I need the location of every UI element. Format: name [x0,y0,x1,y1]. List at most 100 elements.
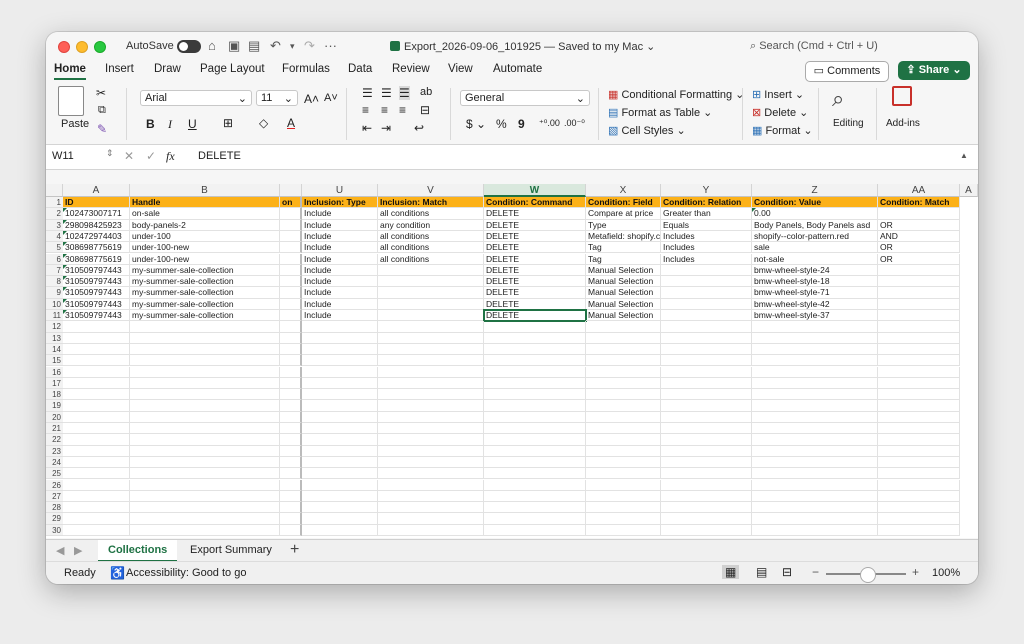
table-cell[interactable]: Manual Selection [586,287,661,299]
empty-cell[interactable] [130,479,280,491]
table-cell[interactable]: Include [302,253,378,265]
comments-button[interactable]: ▭ Comments [805,61,889,82]
table-cell[interactable] [378,276,484,288]
table-cell[interactable]: Type [586,219,661,231]
conditional-formatting-button[interactable]: ▦ Conditional Formatting ⌄ [608,88,744,101]
table-cell[interactable]: DELETE [484,264,586,277]
empty-cell[interactable] [280,332,302,344]
table-cell[interactable] [878,298,960,310]
empty-cell[interactable] [130,524,280,536]
empty-cell[interactable] [752,479,878,491]
empty-cell[interactable] [752,389,878,401]
table-cell[interactable]: 0.00 [752,208,878,220]
row-header[interactable]: 3 [46,219,63,231]
column-header[interactable] [280,184,302,197]
align-bottom-icon[interactable]: ☰ [399,86,410,100]
table-cell[interactable]: bmw-wheel-style-24 [752,264,878,277]
empty-cell[interactable] [63,479,130,491]
tab-page-layout[interactable]: Page Layout [200,63,265,75]
sheet-tab-collections[interactable]: Collections [98,540,178,562]
empty-cell[interactable] [280,411,302,423]
empty-cell[interactable] [63,434,130,446]
table-cell[interactable]: sale [752,242,878,254]
decrease-decimal-icon[interactable]: .00⁻⁰ [564,118,585,129]
empty-cell[interactable] [484,445,586,457]
number-format-select[interactable]: General ⌄ [460,90,590,106]
column-header[interactable]: U [302,184,378,197]
empty-cell[interactable] [484,389,586,401]
empty-cell[interactable] [302,502,378,514]
empty-cell[interactable] [878,434,960,446]
empty-cell[interactable] [484,332,586,344]
table-cell[interactable] [661,298,752,310]
empty-cell[interactable] [586,479,661,491]
empty-cell[interactable] [280,490,302,503]
empty-cell[interactable] [280,524,302,536]
table-cell[interactable]: Tag [586,242,661,254]
empty-cell[interactable] [752,321,878,333]
empty-cell[interactable] [586,343,661,356]
table-cell[interactable]: Include [302,276,378,288]
empty-cell[interactable] [302,355,378,367]
save-icon[interactable]: ▣ [228,38,240,54]
paste-icon[interactable] [58,86,84,116]
empty-cell[interactable] [661,400,752,412]
table-cell[interactable]: bmw-wheel-style-18 [752,276,878,288]
row-header[interactable]: 29 [46,513,63,525]
row-header[interactable]: 1 [46,197,63,209]
empty-cell[interactable] [661,411,752,423]
table-cell[interactable]: Greater than [661,208,752,220]
empty-cell[interactable] [661,468,752,480]
empty-cell[interactable] [878,332,960,344]
empty-cell[interactable] [378,513,484,525]
table-cell[interactable]: Includes [661,242,752,254]
undo-icon[interactable]: ↶ [270,38,281,54]
table-cell[interactable] [878,264,960,277]
empty-cell[interactable] [878,468,960,480]
table-cell[interactable] [878,287,960,299]
empty-cell[interactable] [586,321,661,333]
row-header[interactable]: 16 [46,366,63,378]
formula-input[interactable]: DELETE [198,150,241,162]
empty-cell[interactable] [661,343,752,356]
table-cell[interactable]: my-summer-sale-collection [130,310,280,322]
empty-cell[interactable] [130,411,280,423]
empty-cell[interactable] [878,389,960,401]
row-header[interactable]: 25 [46,468,63,480]
empty-cell[interactable] [586,355,661,367]
table-cell[interactable]: Metafield: shopify.c [586,230,661,243]
empty-cell[interactable] [378,377,484,390]
table-cell[interactable]: Include [302,264,378,277]
table-cell[interactable]: 298098425923 [63,219,130,231]
empty-cell[interactable] [661,479,752,491]
empty-cell[interactable] [484,456,586,469]
bold-icon[interactable]: B [146,117,155,131]
empty-cell[interactable] [63,321,130,333]
empty-cell[interactable] [586,377,661,390]
row-header[interactable]: 5 [46,242,63,254]
merge-center-icon[interactable]: ⊟ [420,103,430,117]
table-cell[interactable] [661,264,752,277]
column-header[interactable]: Y [661,184,752,197]
header-cell[interactable]: Condition: Match [878,197,960,209]
row-header[interactable]: 9 [46,287,63,299]
row-header[interactable]: 12 [46,321,63,333]
table-cell[interactable]: OR [878,242,960,254]
next-sheet-icon[interactable]: ▶ [74,544,82,557]
header-cell[interactable]: Inclusion: Type [302,197,378,209]
empty-cell[interactable] [130,490,280,503]
table-cell[interactable]: 308698775619 [63,253,130,265]
empty-cell[interactable] [378,423,484,435]
empty-cell[interactable] [484,400,586,412]
empty-cell[interactable] [302,513,378,525]
row-header[interactable]: 18 [46,389,63,401]
empty-cell[interactable] [586,411,661,423]
expand-formula-icon[interactable]: ▲ [960,151,968,160]
table-cell[interactable]: Include [302,208,378,220]
empty-cell[interactable] [586,456,661,469]
table-cell[interactable] [280,208,302,220]
empty-cell[interactable] [484,423,586,435]
empty-cell[interactable] [63,468,130,480]
row-header[interactable]: 17 [46,377,63,390]
zoom-window-button[interactable] [94,41,106,53]
